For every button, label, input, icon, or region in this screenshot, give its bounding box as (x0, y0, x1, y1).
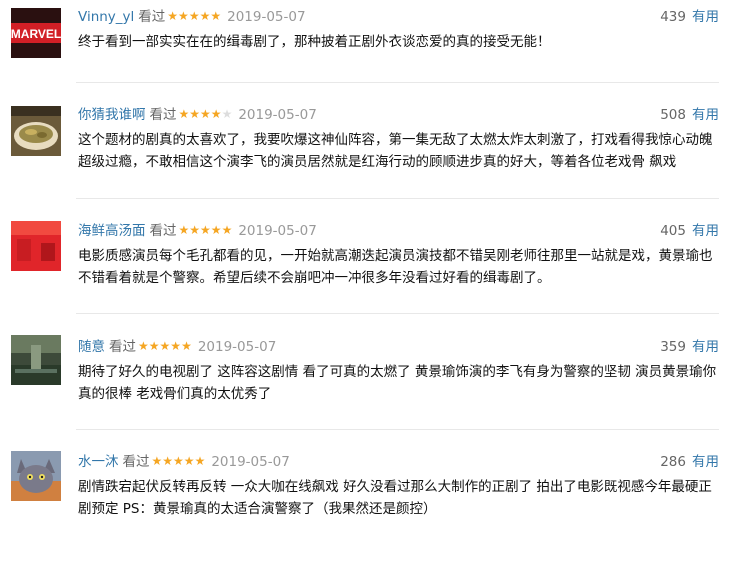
star-filled-icon: ★ (159, 339, 171, 353)
comment-username[interactable]: 你猜我谁啊 (78, 107, 146, 123)
food-bowl-icon (11, 106, 61, 156)
star-filled-icon: ★ (194, 454, 206, 468)
comment-text: 终于看到一部实实在在的缉毒剧了，那种披着正剧外衣谈恋爱的真的接受无能！ (78, 34, 551, 50)
rating-stars: ★★★★★ (179, 107, 233, 121)
rating-stars: ★★★★★ (152, 454, 206, 468)
landscape-avatar[interactable] (11, 335, 61, 385)
vote-count: 508 (660, 107, 686, 123)
rating-stars: ★★★★★ (138, 339, 192, 353)
page: { "comments": [ { "user": "Vinny_yl", "w… (0, 0, 729, 518)
comment-meta: 水一沐 看过 ★★★★★ 2019-05-07 (78, 451, 290, 473)
comment-date: 2019-05-07 (238, 107, 317, 123)
comment-text: 这个题材的剧真的太喜欢了，我要吹爆这神仙阵容，第一集无敌了太燃太炸太刺激了，打戏… (78, 132, 713, 170)
comment-text: 期待了好久的电视剧了 这阵容这剧情 看了可真的太燃了 黄景瑜饰演的李飞有身为警察… (78, 364, 717, 402)
cat-photo-avatar[interactable] (11, 451, 61, 501)
vote-area: 359 有用 (660, 336, 719, 358)
comment-date: 2019-05-07 (227, 9, 306, 25)
landscape-icon (11, 335, 61, 385)
divider (76, 429, 719, 430)
comment-username[interactable]: Vinny_yl (78, 9, 134, 25)
rating-stars: ★★★★★ (179, 223, 233, 237)
comment-username[interactable]: 水一沐 (78, 454, 119, 470)
star-filled-icon: ★ (148, 339, 160, 353)
star-filled-icon: ★ (210, 223, 222, 237)
marvel-logo-icon: MARVEL (11, 8, 61, 58)
star-empty-icon: ★ (221, 107, 233, 121)
vote-count: 405 (660, 223, 686, 239)
watched-status: 看过 (138, 9, 166, 25)
useful-button[interactable]: 有用 (692, 9, 719, 25)
comment-item: 你猜我谁啊 看过 ★★★★★ 2019-05-07 508 有用 这个题材的剧真的太喜欢… (0, 98, 729, 214)
divider (76, 82, 719, 83)
star-filled-icon: ★ (210, 9, 222, 23)
red-poster-avatar[interactable] (11, 221, 61, 271)
comment-text: 剧情跌宕起伏反转再反转 一众大咖在线飙戏 好久没看过那么大制作的正剧了 拍出了电… (78, 479, 712, 517)
comment-item: 水一沐 看过 ★★★★★ 2019-05-07 286 有用 剧情跌宕起伏反转再反转 一… (0, 445, 729, 561)
vote-area: 405 有用 (660, 220, 719, 242)
star-filled-icon: ★ (200, 107, 211, 121)
star-filled-icon: ★ (170, 339, 182, 353)
useful-button[interactable]: 有用 (692, 454, 719, 470)
divider (76, 198, 719, 199)
rating-stars: ★★★★★ (167, 9, 221, 23)
vote-count: 359 (660, 339, 686, 355)
star-filled-icon: ★ (162, 454, 174, 468)
star-filled-icon: ★ (181, 339, 192, 353)
marvel-logo-avatar[interactable]: MARVEL (11, 8, 61, 58)
star-filled-icon: ★ (189, 223, 201, 237)
useful-button[interactable]: 有用 (692, 339, 719, 355)
useful-button[interactable]: 有用 (692, 223, 719, 239)
comment-date: 2019-05-07 (211, 454, 290, 470)
star-filled-icon: ★ (138, 339, 149, 353)
star-filled-icon: ★ (210, 107, 222, 121)
svg-text:MARVEL: MARVEL (11, 27, 61, 41)
comment-text: 电影质感演员每个毛孔都看的见，一开始就高潮迭起演员演技都不错吴刚老师往那里一站就… (78, 248, 713, 286)
star-filled-icon: ★ (167, 9, 179, 23)
star-filled-icon: ★ (199, 9, 211, 23)
vote-area: 508 有用 (660, 104, 719, 126)
star-filled-icon: ★ (178, 223, 190, 237)
comment-date: 2019-05-07 (238, 223, 317, 239)
star-filled-icon: ★ (151, 454, 163, 468)
comment-username[interactable]: 随意 (78, 339, 105, 355)
vote-area: 439 有用 (660, 6, 719, 28)
red-poster-icon (11, 221, 61, 271)
comment-meta: 随意 看过 ★★★★★ 2019-05-07 (78, 336, 276, 358)
comment-meta: 你猜我谁啊 看过 ★★★★★ 2019-05-07 (78, 104, 317, 126)
star-filled-icon: ★ (200, 223, 211, 237)
star-filled-icon: ★ (221, 223, 233, 237)
useful-button[interactable]: 有用 (692, 107, 719, 123)
food-bowl-avatar[interactable] (11, 106, 61, 156)
comment-date: 2019-05-07 (197, 339, 277, 355)
watched-status: 看过 (149, 107, 177, 123)
star-filled-icon: ★ (188, 9, 200, 23)
star-filled-icon: ★ (183, 454, 195, 468)
star-filled-icon: ★ (178, 9, 189, 23)
watched-status: 看过 (109, 339, 136, 355)
star-filled-icon: ★ (173, 454, 184, 468)
star-filled-icon: ★ (189, 107, 201, 121)
cat-photo-icon (11, 451, 61, 501)
star-filled-icon: ★ (178, 107, 190, 121)
comment-meta: Vinny_yl 看过 ★★★★★ 2019-05-07 (78, 6, 306, 28)
vote-count: 439 (660, 9, 686, 25)
watched-status: 看过 (122, 454, 150, 470)
vote-area: 286 有用 (660, 451, 719, 473)
watched-status: 看过 (149, 223, 177, 239)
comment-meta: 海鲜高汤面 看过 ★★★★★ 2019-05-07 (78, 220, 317, 242)
divider (76, 313, 719, 314)
vote-count: 286 (660, 454, 686, 470)
comment-username[interactable]: 海鲜高汤面 (78, 223, 146, 239)
